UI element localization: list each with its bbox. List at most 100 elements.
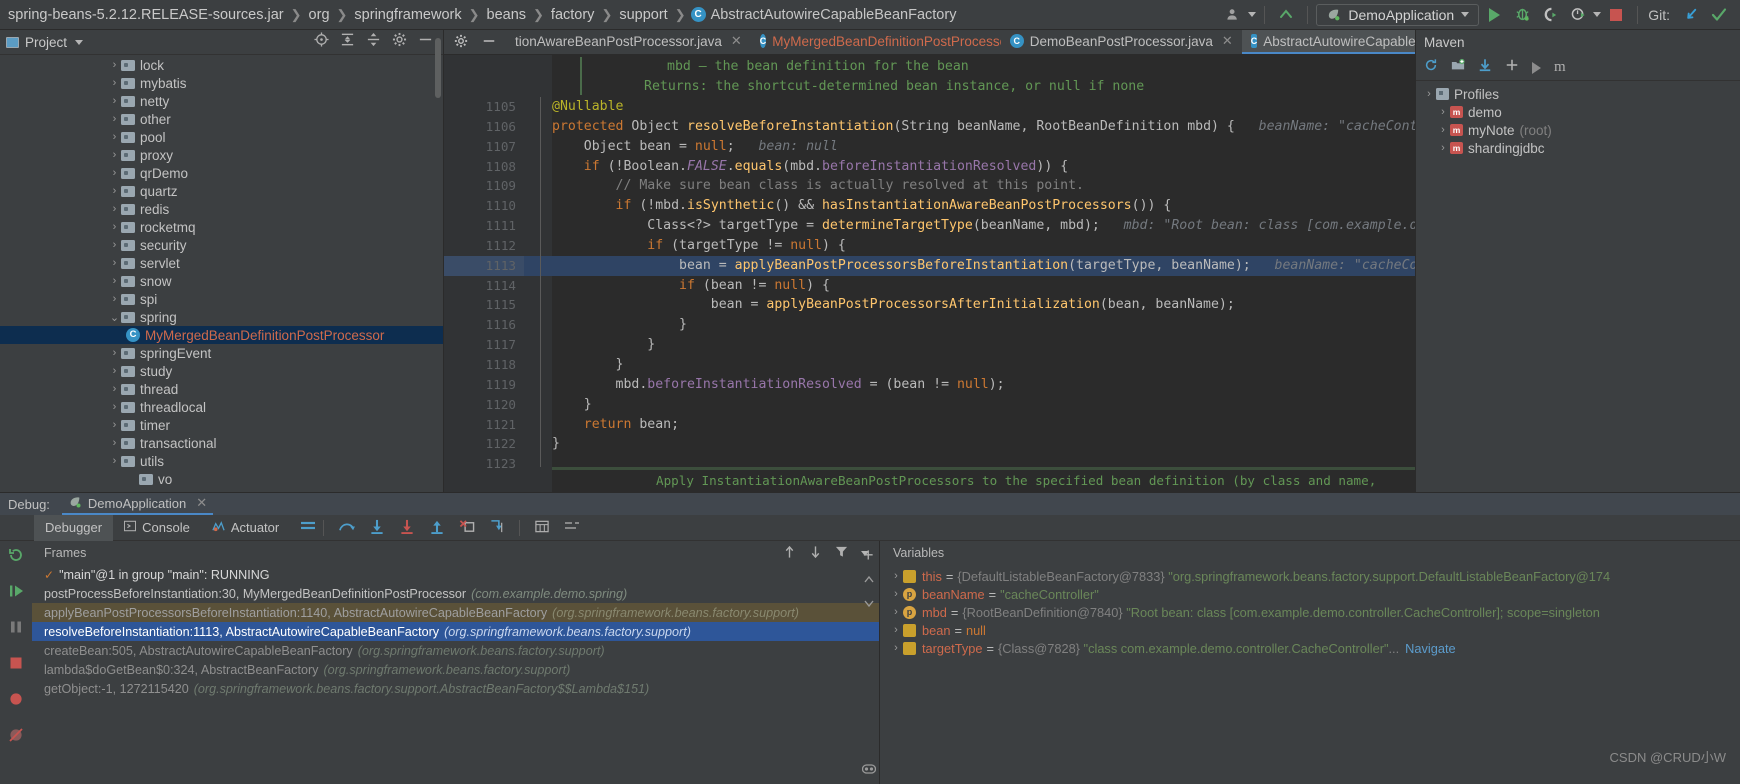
tree-item-folder[interactable]: › mybatis [0, 74, 443, 92]
maven-tree-item[interactable]: › m myNote (root) [1416, 121, 1740, 139]
settings-list-icon[interactable] [564, 519, 580, 536]
chevron-right-icon[interactable]: › [108, 59, 121, 71]
fold-column[interactable] [524, 415, 552, 435]
tree-item-class[interactable]: C MyMergedBeanDefinitionPostProcessor [0, 326, 443, 344]
tree-item-folder[interactable]: › redis [0, 200, 443, 218]
fold-column[interactable] [524, 355, 552, 375]
tree-item-folder[interactable]: › study [0, 362, 443, 380]
collapse-all-icon[interactable] [366, 32, 381, 52]
tree-item-folder[interactable]: › other [0, 110, 443, 128]
chevron-right-icon[interactable]: › [108, 365, 121, 377]
chevron-down-icon[interactable] [1593, 12, 1602, 17]
scroll-up-icon[interactable] [864, 571, 874, 589]
chevron-right-icon[interactable]: › [108, 275, 121, 287]
maven-tree[interactable]: › Profiles › m demo › m myNote (root) › m shardingj… [1416, 81, 1740, 157]
chevron-right-icon[interactable]: › [108, 221, 121, 233]
profiler-icon[interactable] [1565, 3, 1591, 27]
navigate-link[interactable]: Navigate [1405, 641, 1456, 656]
move-down-icon[interactable] [809, 545, 822, 562]
fold-column[interactable] [524, 335, 552, 355]
stop-icon[interactable] [8, 655, 24, 676]
project-scrollbar[interactable] [435, 38, 441, 98]
user-avatar-icon[interactable] [1220, 3, 1246, 27]
fold-column[interactable] [524, 256, 552, 276]
git-update-icon[interactable] [1678, 3, 1704, 27]
git-commit-icon[interactable] [1706, 3, 1732, 27]
settings-gear-icon[interactable] [392, 32, 407, 52]
variable-row[interactable]: › this = {DefaultListableBeanFactory@7833} … [881, 567, 1740, 585]
chevron-right-icon[interactable]: › [108, 77, 121, 89]
run-to-cursor-icon[interactable] [489, 519, 505, 537]
chevron-right-icon[interactable]: › [108, 257, 121, 269]
settings-gear-icon[interactable] [454, 34, 468, 51]
frames-stack-row[interactable]: createBean:505, AbstractAutowireCapableB… [32, 641, 879, 660]
scroll-from-source-icon[interactable] [314, 32, 329, 52]
close-icon[interactable]: ✕ [1222, 33, 1233, 49]
tree-item-folder[interactable]: › springEvent [0, 344, 443, 362]
chevron-right-icon[interactable]: › [108, 293, 121, 305]
chevron-right-icon[interactable]: › [108, 347, 121, 359]
breadcrumb-item-beans[interactable]: beans [481, 7, 533, 23]
reload-icon[interactable] [1424, 58, 1438, 77]
tree-item-folder[interactable]: › threadlocal [0, 398, 443, 416]
chevron-right-icon[interactable]: › [889, 642, 903, 654]
chevron-down-icon[interactable]: ⌄ [108, 311, 121, 324]
run-with-coverage-icon[interactable] [1537, 3, 1563, 27]
fold-column[interactable] [524, 236, 552, 256]
run-button[interactable] [1481, 3, 1507, 27]
mute-breakpoints-icon[interactable] [8, 727, 24, 748]
tab-console[interactable]: Console [113, 515, 201, 541]
fold-column[interactable] [524, 196, 552, 216]
evaluate-expression-icon[interactable] [534, 519, 550, 537]
fold-column[interactable] [524, 137, 552, 157]
chevron-right-icon[interactable]: › [1422, 88, 1436, 100]
run-maven-goal-icon[interactable] [1532, 61, 1541, 74]
chevron-down-icon[interactable] [1248, 12, 1257, 17]
chevron-right-icon[interactable]: › [108, 149, 121, 161]
chevron-right-icon[interactable]: › [108, 167, 121, 179]
fold-column[interactable] [524, 117, 552, 137]
fold-column[interactable] [524, 395, 552, 415]
fold-column[interactable] [524, 176, 552, 196]
hide-editor-icon[interactable] [482, 34, 496, 51]
update-project-icon[interactable] [1273, 3, 1299, 27]
chevron-right-icon[interactable]: › [108, 419, 121, 431]
chevron-right-icon[interactable]: › [1436, 106, 1450, 118]
add-plus-icon[interactable] [1505, 58, 1519, 77]
chevron-right-icon[interactable]: › [108, 383, 121, 395]
expand-all-icon[interactable] [340, 32, 355, 52]
chevron-down-icon[interactable] [75, 39, 84, 45]
chevron-right-icon[interactable]: › [108, 185, 121, 197]
frames-stack-row[interactable]: postProcessBeforeInstantiation:30, MyMer… [32, 584, 879, 603]
tree-item-folder[interactable]: › snow [0, 272, 443, 290]
rerun-icon[interactable] [8, 547, 24, 568]
breadcrumb-item-support[interactable]: support [613, 7, 673, 23]
frames-stack-row[interactable]: resolveBeforeInstantiation:1113, Abstrac… [32, 622, 879, 641]
breadcrumb-item-springframework[interactable]: springframework [348, 7, 467, 23]
chevron-right-icon[interactable]: › [108, 131, 121, 143]
debug-session-tab[interactable]: DemoApplication ✕ [61, 493, 214, 515]
maven-more-icon[interactable]: m [1554, 59, 1566, 76]
tab-debugger[interactable]: Debugger [34, 514, 114, 541]
maven-tree-item[interactable]: › m shardingjdbc [1416, 139, 1740, 157]
tree-item-folder[interactable]: › pool [0, 128, 443, 146]
tree-item-folder[interactable]: vo [0, 470, 443, 488]
variable-row[interactable]: › p mbd = {RootBeanDefinition@7840} "Root be… [881, 603, 1740, 621]
editor-tab[interactable]: C DemoBeanPostProcessor.java ✕ [1001, 30, 1242, 54]
chevron-right-icon[interactable]: › [108, 95, 121, 107]
breadcrumb-item-class[interactable]: C AbstractAutowireCapableBeanFactory [687, 7, 956, 23]
stop-button[interactable] [1603, 3, 1629, 27]
debug-button[interactable] [1509, 3, 1535, 27]
chevron-right-icon[interactable]: › [889, 606, 903, 618]
tree-item-folder[interactable]: › quartz [0, 182, 443, 200]
breadcrumb-item-jar[interactable]: spring-beans-5.2.12.RELEASE-sources.jar [2, 7, 290, 23]
tree-item-folder[interactable]: › netty [0, 92, 443, 110]
move-up-icon[interactable] [783, 545, 796, 562]
frames-stack-row[interactable]: getObject:-1, 1272115420 (org.springframe… [32, 679, 879, 698]
chevron-right-icon[interactable]: › [108, 455, 121, 467]
breadcrumb-item-org[interactable]: org [303, 7, 336, 23]
step-out-icon[interactable] [429, 519, 445, 537]
fold-column[interactable] [524, 434, 552, 454]
tree-item-folder[interactable]: › security [0, 236, 443, 254]
chevron-right-icon[interactable]: › [889, 588, 903, 600]
